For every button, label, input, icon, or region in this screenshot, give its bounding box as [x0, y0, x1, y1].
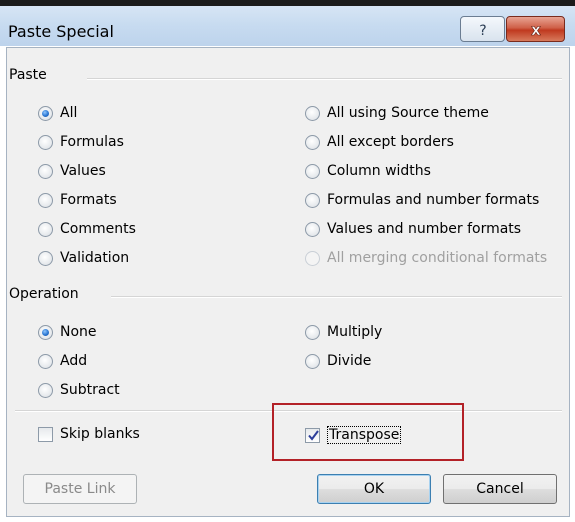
paste-validation-radio-button[interactable] — [38, 251, 53, 266]
cancel-button[interactable]: Cancel — [443, 474, 557, 504]
operation-divide-radio-button[interactable] — [305, 354, 320, 369]
svg-text:x: x — [531, 21, 541, 39]
paste-all-merging-conditional-formats-radio-button — [305, 251, 320, 266]
paste-all-merging-conditional-formats-label: All merging conditional formats — [327, 250, 548, 266]
operation-multiply-label: Multiply — [327, 324, 383, 340]
operation-group-line — [111, 296, 562, 298]
help-icon: ? — [479, 23, 486, 39]
operation-subtract-radio-button[interactable] — [38, 383, 53, 398]
paste-link-button[interactable]: Paste Link — [23, 474, 137, 504]
skip-blanks-label: Skip blanks — [60, 426, 140, 442]
operation-group-title: Operation — [9, 286, 83, 302]
svg-text:?: ? — [479, 23, 486, 39]
close-icon: x — [531, 21, 542, 40]
paste-group-line — [87, 78, 562, 80]
paste-formulas-and-number-formats-label: Formulas and number formats — [327, 192, 540, 208]
paste-column-widths-radio-button[interactable] — [305, 164, 320, 179]
paste-formulas-and-number-formats-radio-button[interactable] — [305, 193, 320, 208]
operation-none-label: None — [60, 324, 97, 340]
paste-all-except-borders-label: All except borders — [327, 134, 454, 150]
close-button[interactable]: x — [506, 16, 565, 42]
paste-comments-radio-button[interactable] — [38, 222, 53, 237]
operation-add-label: Add — [60, 353, 88, 369]
paste-all-except-borders-radio-button[interactable] — [305, 135, 320, 150]
operation-subtract-label: Subtract — [60, 382, 120, 398]
paste-all-using-source-theme-label: All using Source theme — [327, 105, 489, 121]
paste-all-using-source-theme-radio-button[interactable] — [305, 106, 320, 121]
transpose-highlight-box — [272, 403, 464, 461]
ok-button[interactable]: OK — [317, 474, 431, 504]
paste-values-and-number-formats-radio-button[interactable] — [305, 222, 320, 237]
paste-validation-label: Validation — [60, 250, 130, 266]
paste-values-and-number-formats-label: Values and number formats — [327, 221, 522, 237]
paste-all-label: All — [60, 105, 78, 121]
paste-formulas-radio-button[interactable] — [38, 135, 53, 150]
skip-blanks-box[interactable] — [38, 427, 53, 442]
operation-none-radio-button[interactable] — [38, 325, 53, 340]
paste-group-title: Paste — [9, 67, 51, 83]
dialog-title: Paste Special — [8, 22, 114, 41]
paste-comments-label: Comments — [60, 221, 136, 237]
paste-values-label: Values — [60, 163, 106, 179]
title-bar: Paste Special ? x — [0, 0, 575, 46]
paste-formulas-label: Formulas — [60, 134, 124, 150]
paste-special-dialog: Paste Special ? x Paste All Formulas Value… — [0, 0, 575, 522]
operation-multiply-radio-button[interactable] — [305, 325, 320, 340]
paste-formats-radio-button[interactable] — [38, 193, 53, 208]
help-button[interactable]: ? — [460, 16, 505, 42]
paste-column-widths-label: Column widths — [327, 163, 431, 179]
paste-values-radio-button[interactable] — [38, 164, 53, 179]
title-bar-edge — [0, 0, 575, 6]
paste-formats-label: Formats — [60, 192, 117, 208]
operation-add-radio-button[interactable] — [38, 354, 53, 369]
operation-divide-label: Divide — [327, 353, 372, 369]
paste-all-radio-button[interactable] — [38, 106, 53, 121]
